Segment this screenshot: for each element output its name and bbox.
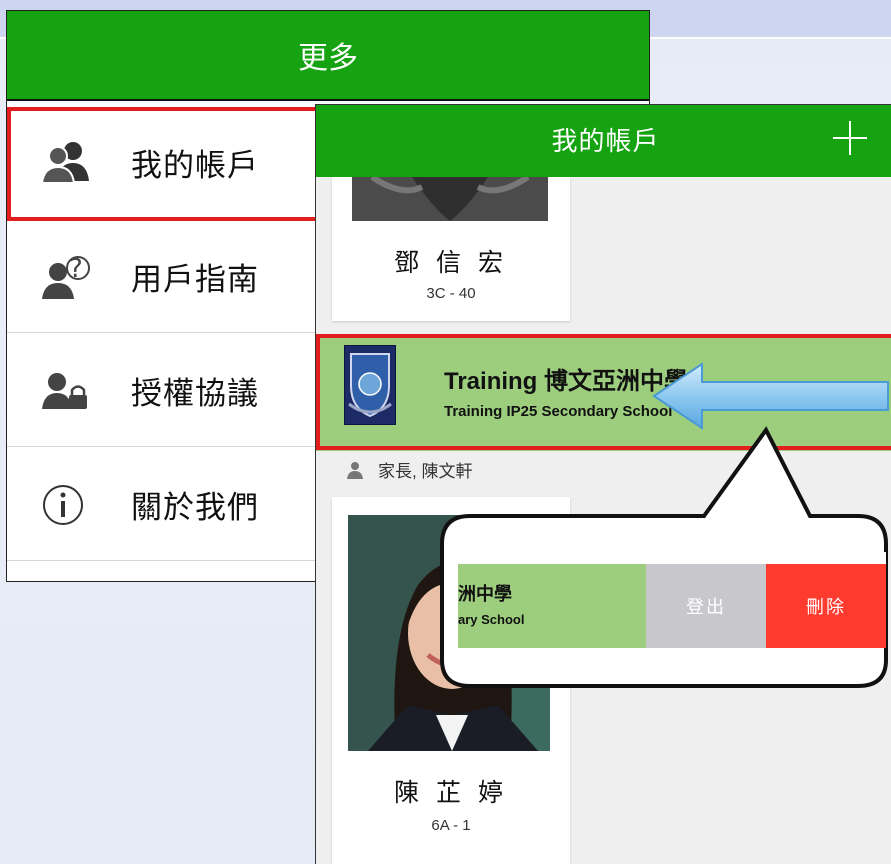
user-lock-icon xyxy=(42,373,87,409)
student-card[interactable]: 鄧 信 宏 3C - 40 xyxy=(332,177,570,321)
account-title: 我的帳戶 xyxy=(551,126,660,156)
person-icon xyxy=(347,461,363,479)
school-row-preview: 洲中學 ary School xyxy=(458,564,646,648)
student-photo xyxy=(352,177,548,221)
menu-item-label: 關於我們 xyxy=(131,490,259,525)
student-class: 3C - 40 xyxy=(426,285,476,302)
menu-item-label: 授權協議 xyxy=(131,376,259,411)
info-icon xyxy=(43,485,83,525)
plus-icon[interactable] xyxy=(833,121,867,155)
student-name: 鄧 信 宏 xyxy=(394,249,508,277)
menu-item-label: 用戶指南 xyxy=(131,262,259,297)
swipe-left-arrow-icon xyxy=(652,362,889,430)
school-subtitle-partial: ary School xyxy=(458,612,525,627)
user-help-icon: ? xyxy=(42,255,90,299)
selected-item-highlight xyxy=(7,107,319,221)
school-name-partial: 洲中學 xyxy=(458,584,512,604)
account-header: 我的帳戶 xyxy=(316,105,891,177)
logout-button[interactable]: 登出 xyxy=(646,564,766,648)
student-name: 陳 芷 婷 xyxy=(394,779,508,807)
swipe-actions-preview: 洲中學 ary School 登出 刪除 xyxy=(458,552,886,648)
delete-button[interactable]: 刪除 xyxy=(766,564,886,648)
student-class: 6A - 1 xyxy=(431,817,471,834)
more-header: 更多 xyxy=(7,11,649,101)
more-title: 更多 xyxy=(298,42,358,75)
